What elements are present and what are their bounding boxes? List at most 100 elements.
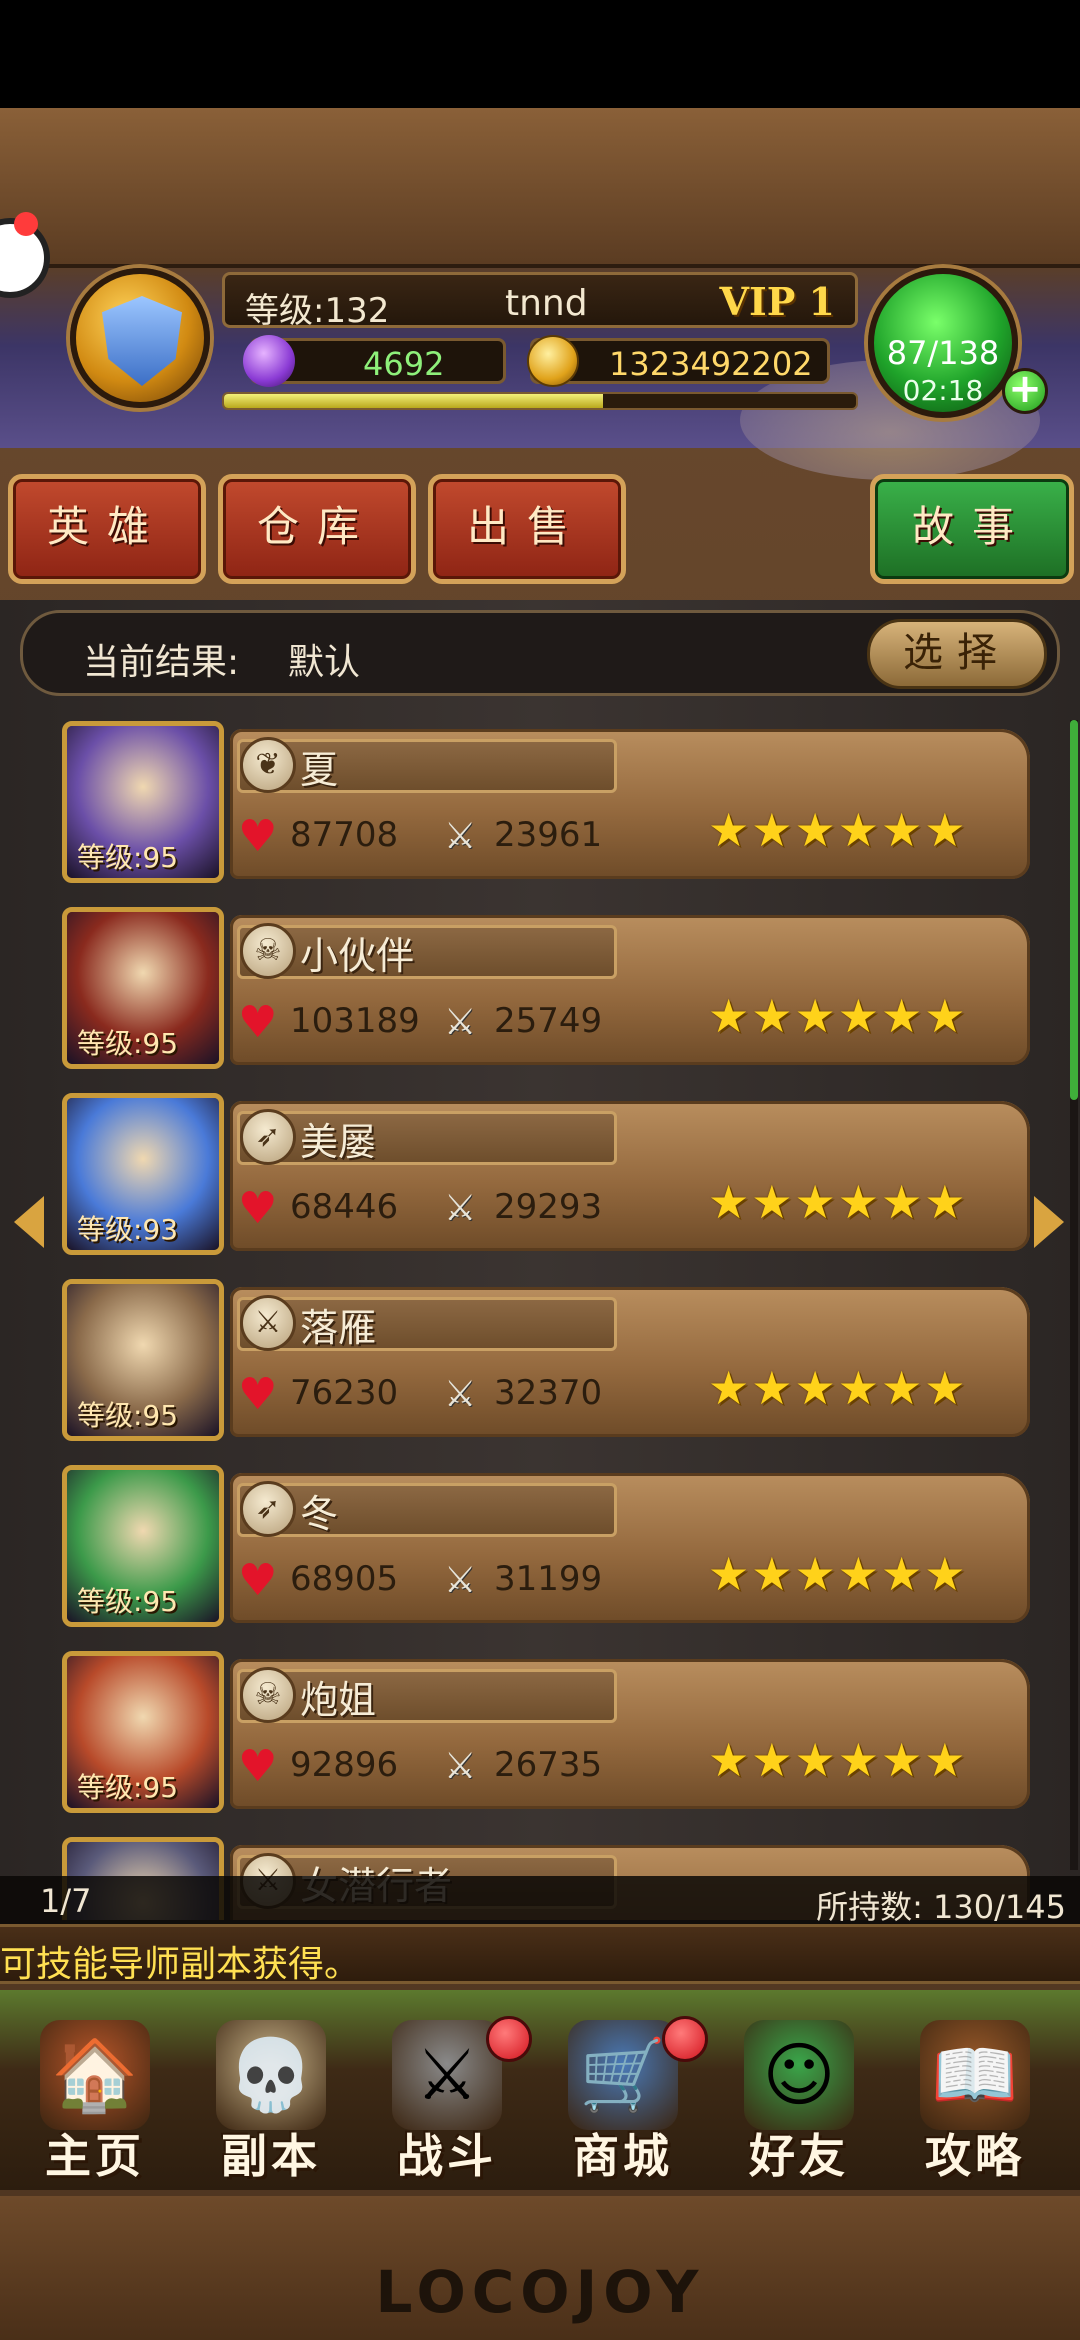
hero-name: 夏	[300, 748, 339, 792]
hero-row[interactable]: 等级:95 ➶ 冬 ♥ 68905 ⚔ 31199 ★★★★★★	[62, 1459, 1030, 1627]
next-page-arrow-icon[interactable]	[1034, 1196, 1064, 1248]
tab-heroes[interactable]: 英雄	[8, 474, 206, 584]
hero-row[interactable]: 等级:95 ❦ 夏 ♥ 87708 ⚔ 23961 ★★★★★★	[62, 715, 1030, 883]
skull-icon: ☠	[240, 923, 296, 979]
hero-name: 冬	[300, 1492, 339, 1536]
brand-logo: LOCOJOY	[375, 2258, 705, 2326]
add-energy-button[interactable]: +	[1002, 368, 1048, 414]
filter-row: 当前结果: 默认 选择	[20, 610, 1060, 696]
player-avatar[interactable]	[70, 268, 210, 408]
gem-counter[interactable]: 4692	[243, 335, 506, 387]
hero-attack: 29293	[494, 1187, 603, 1227]
swords-icon: ⚔	[240, 1295, 296, 1351]
page-indicator: 1/7	[40, 1882, 92, 1920]
hero-hp: 68905	[290, 1559, 399, 1599]
prev-page-arrow-icon[interactable]	[14, 1196, 44, 1248]
owned-count: 所持数: 130/145	[816, 1888, 1066, 1926]
hero-attack: 23961	[494, 815, 603, 855]
header-band	[0, 108, 1080, 268]
hero-level: 等级:95	[77, 1399, 179, 1432]
crossed-swords-icon: ⚔	[444, 1746, 477, 1787]
hero-hp: 68446	[290, 1187, 399, 1227]
crossed-swords-icon: ⚔	[444, 1002, 477, 1043]
hero-stars: ★★★★★★	[708, 1175, 968, 1229]
nav-label: 副本	[221, 2129, 321, 2183]
crossed-swords-icon: ⚔	[444, 816, 477, 857]
coin-icon	[527, 335, 579, 387]
hero-portrait[interactable]: 等级:95	[62, 1279, 224, 1441]
hero-stars: ★★★★★★	[708, 1361, 968, 1415]
heart-icon: ♥	[238, 1741, 278, 1792]
hero-stars: ★★★★★★	[708, 1547, 968, 1601]
nav-item-5[interactable]: ☺ 好友	[714, 2010, 884, 2190]
ticker-text: 可技能导师副本获得。	[0, 1944, 361, 1985]
energy-timer: 02:18	[902, 374, 984, 407]
vip-badge[interactable]: VIP 1	[719, 279, 835, 324]
hero-level: 等级:95	[77, 1027, 179, 1060]
news-ticker: 可技能导师副本获得。	[0, 1924, 1080, 1985]
hero-hp: 103189	[290, 1001, 420, 1041]
tab-warehouse[interactable]: 仓库	[218, 474, 416, 584]
hero-stars: ★★★★★★	[708, 1733, 968, 1787]
bow-icon: ➶	[240, 1109, 296, 1165]
player-name: tnnd	[505, 283, 588, 324]
filter-value: 默认	[288, 642, 361, 683]
nav-label: 主页	[45, 2129, 145, 2183]
heart-icon: ♥	[238, 1183, 278, 1234]
book-icon: 📖	[920, 2020, 1030, 2130]
nav-item-2[interactable]: 💀 副本	[186, 2010, 356, 2190]
hero-portrait[interactable]: 等级:95	[62, 1465, 224, 1627]
gem-value: 4692	[363, 345, 445, 383]
hero-attack: 26735	[494, 1745, 603, 1785]
nav-item-1[interactable]: 🏠 主页	[10, 2010, 180, 2190]
friends-icon: ☺	[744, 2020, 854, 2130]
crossed-swords-icon: ⚔	[444, 1374, 477, 1415]
nav-item-3[interactable]: ⚔ 战斗	[362, 2010, 532, 2190]
heart-icon: ♥	[238, 1555, 278, 1606]
notification-dot	[14, 212, 38, 236]
tab-sell[interactable]: 出售	[428, 474, 626, 584]
energy-orb[interactable]: 87/138 02:18	[868, 268, 1018, 418]
shield-icon	[102, 296, 182, 386]
hero-attack: 32370	[494, 1373, 603, 1413]
coin-value: 1323492202	[609, 345, 813, 383]
hero-level: 等级:95	[77, 1585, 179, 1618]
hero-stars: ★★★★★★	[708, 803, 968, 857]
hero-stars: ★★★★★★	[708, 989, 968, 1043]
list-status-strip: 1/7 所持数: 130/145	[0, 1876, 1080, 1926]
hero-hp: 76230	[290, 1373, 399, 1413]
hero-portrait[interactable]: 等级:95	[62, 721, 224, 883]
hero-level: 等级:95	[77, 841, 179, 874]
hero-attack: 25749	[494, 1001, 603, 1041]
heart-icon: ♥	[238, 1369, 278, 1420]
hero-list: 等级:95 ❦ 夏 ♥ 87708 ⚔ 23961 ★★★★★★ 等级:95 ☠…	[0, 715, 1080, 1920]
select-filter-button[interactable]: 选择	[867, 619, 1047, 689]
hero-portrait[interactable]: 等级:95	[62, 907, 224, 1069]
hero-row[interactable]: 等级:95 ⚔ 落雁 ♥ 76230 ⚔ 32370 ★★★★★★	[62, 1273, 1030, 1441]
notification-badge	[486, 2016, 532, 2062]
nav-label: 商城	[573, 2129, 673, 2183]
house-icon: 🏠	[40, 2020, 150, 2130]
hero-portrait[interactable]: 等级:95	[62, 1651, 224, 1813]
hero-row[interactable]: 等级:95 ☠ 炮姐 ♥ 92896 ⚔ 26735 ★★★★★★	[62, 1645, 1030, 1813]
crossed-swords-icon: ⚔	[444, 1560, 477, 1601]
coin-counter[interactable]: 1323492202	[527, 335, 830, 387]
hero-name: 炮姐	[300, 1678, 377, 1722]
hero-row[interactable]: 等级:95 ☠ 小伙伴 ♥ 103189 ⚔ 25749 ★★★★★★	[62, 901, 1030, 1069]
player-info-bar: 等级:132 tnnd VIP 1	[222, 272, 858, 331]
scrollbar-thumb[interactable]	[1070, 720, 1078, 1100]
tab-story[interactable]: 故事	[870, 474, 1074, 584]
hero-name: 美屡	[300, 1120, 377, 1164]
notification-badge	[662, 2016, 708, 2062]
player-level: 等级:132	[245, 291, 390, 331]
nav-item-4[interactable]: 🛒 商城	[538, 2010, 708, 2190]
filter-label: 当前结果:	[83, 642, 240, 683]
hero-name: 落雁	[300, 1306, 377, 1350]
leaf-icon: ❦	[240, 737, 296, 793]
hero-hp: 87708	[290, 815, 399, 855]
hero-portrait[interactable]: 等级:93	[62, 1093, 224, 1255]
nav-label: 攻略	[925, 2129, 1025, 2183]
nav-item-6[interactable]: 📖 攻略	[890, 2010, 1060, 2190]
crossed-swords-icon: ⚔	[444, 1188, 477, 1229]
hero-row[interactable]: 等级:93 ➶ 美屡 ♥ 68446 ⚔ 29293 ★★★★★★	[62, 1087, 1030, 1255]
